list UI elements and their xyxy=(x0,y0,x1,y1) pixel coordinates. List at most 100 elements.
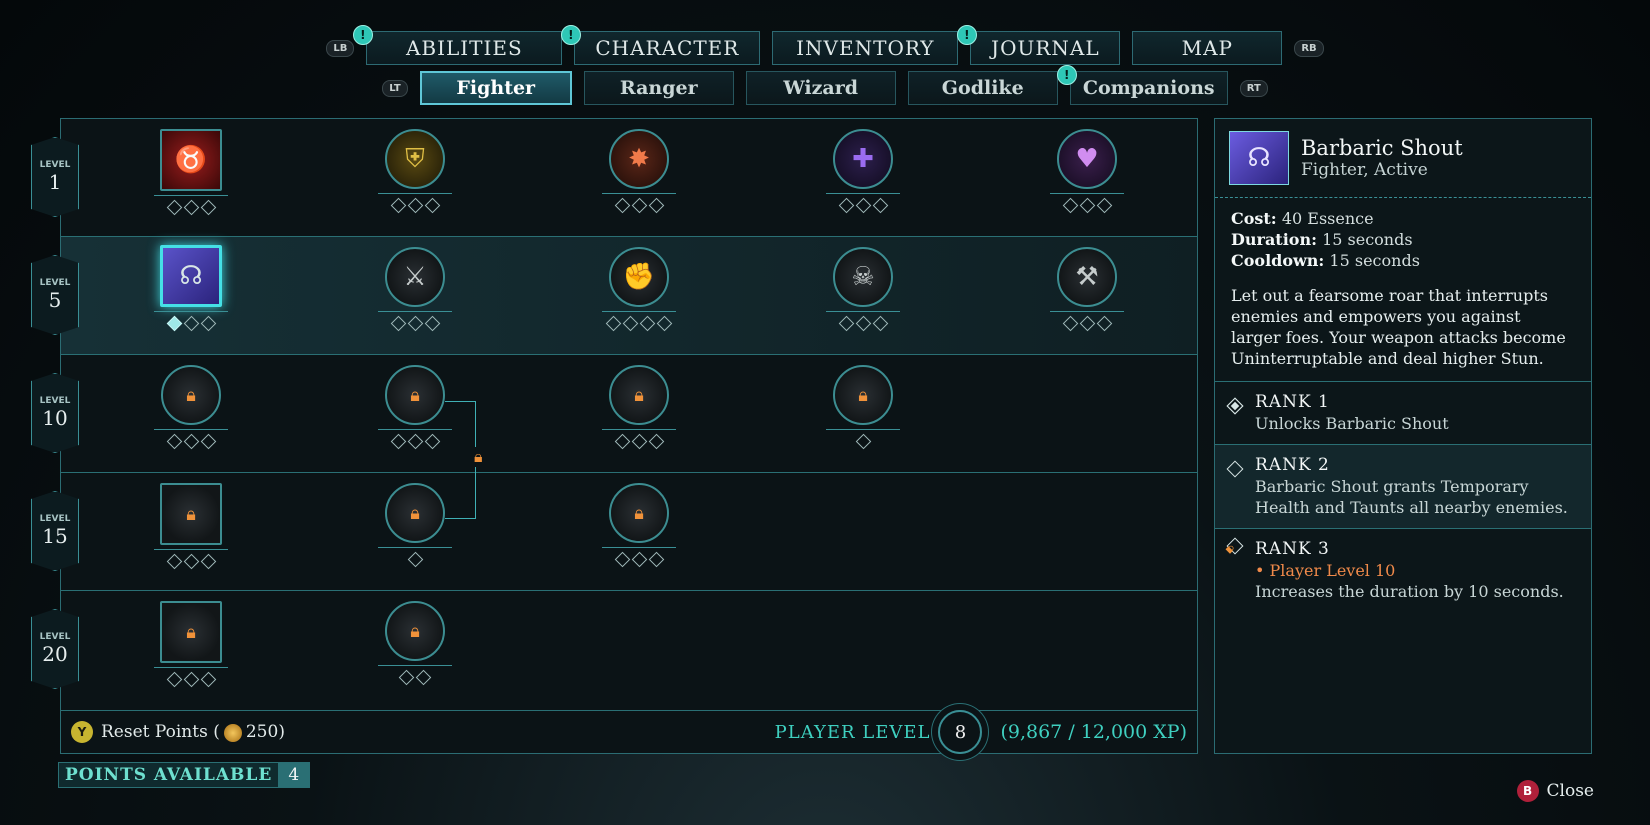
level-marker: LEVEL 15 xyxy=(31,491,79,571)
rank-pips xyxy=(1062,197,1112,214)
rank-pips xyxy=(838,197,888,214)
lock-icon: 🔒︎ xyxy=(833,365,893,425)
skill-node[interactable]: ⚔ xyxy=(377,247,453,347)
skill-node-locked[interactable]: 🔒︎ xyxy=(825,365,901,465)
coin-icon xyxy=(223,723,242,742)
tree-footer: Y Reset Points (250) PLAYER LEVEL 8 (9,8… xyxy=(61,710,1197,754)
level-marker: LEVEL 20 xyxy=(31,609,79,689)
rank-diamond-icon xyxy=(1226,397,1244,415)
tab-map[interactable]: MAP xyxy=(1132,31,1283,65)
rank-pips xyxy=(166,315,216,332)
skill-node[interactable]: ☠ xyxy=(825,247,901,347)
claw-icon: ⚔ xyxy=(385,247,445,307)
rank-1: RANK 1 Unlocks Barbaric Shout xyxy=(1215,382,1591,445)
tab-character[interactable]: ! CHARACTER xyxy=(561,25,761,65)
lock-icon: 🔒︎ xyxy=(385,365,445,425)
rank-pips xyxy=(855,433,871,450)
y-button-icon[interactable]: Y xyxy=(71,721,93,743)
level-marker: LEVEL 10 xyxy=(31,373,79,453)
heart-icon: ♥ xyxy=(1057,129,1117,189)
rank-pips xyxy=(614,197,664,214)
fist-icon: ✊ xyxy=(609,247,669,307)
detail-stats: Cost: 40 Essence Duration: 15 seconds Co… xyxy=(1231,209,1420,270)
skill-node[interactable]: ⛨ xyxy=(377,129,453,229)
crosses-icon: ✚ xyxy=(833,129,893,189)
rank-pips xyxy=(398,669,432,686)
tab-inventory[interactable]: INVENTORY xyxy=(772,31,959,65)
tab-companions[interactable]: ! Companions xyxy=(1056,65,1228,105)
rank-pips xyxy=(166,199,216,216)
class-tab-bar: LT Fighter Ranger Wizard Godlike ! Compan… xyxy=(0,65,1650,106)
detail-subtitle: Fighter, Active xyxy=(1301,160,1428,180)
tree-row-level-5: LEVEL 5 ☊ ⚔ ✊ ☠ ⚒ xyxy=(31,237,1197,355)
tab-ranger[interactable]: Ranger xyxy=(583,71,734,105)
skill-node-locked[interactable]: 🔒︎ xyxy=(601,483,677,583)
lock-icon: 🔒︎ xyxy=(1222,537,1244,557)
tab-journal[interactable]: ! JOURNAL xyxy=(957,25,1121,65)
barbaric-shout-icon: ☊ xyxy=(1229,131,1289,185)
rank-2[interactable]: RANK 2 Barbaric Shout grants Temporary He… xyxy=(1215,445,1591,529)
tab-wizard[interactable]: Wizard xyxy=(745,71,896,105)
tab-abilities[interactable]: ! ABILITIES xyxy=(353,25,563,65)
rank-pips xyxy=(166,553,216,570)
barbaric-shout-icon: ☊ xyxy=(160,245,222,307)
detail-header: ☊ Barbaric Shout Fighter, Active xyxy=(1215,119,1591,198)
rank-diamond-icon xyxy=(1226,460,1244,478)
lock-icon: 🔒︎ xyxy=(385,483,445,543)
rank-pips xyxy=(838,315,888,332)
skill-node[interactable]: ⚒ xyxy=(1049,247,1125,347)
skill-node-locked[interactable]: 🔒︎ xyxy=(377,483,453,583)
close-button[interactable]: B Close xyxy=(1516,780,1594,802)
rank-pips xyxy=(390,197,440,214)
tree-row-level-15: LEVEL 15 🔒︎ 🔒︎ 🔒︎ xyxy=(31,473,1197,591)
alert-icon: ! xyxy=(353,25,374,45)
detail-description: Let out a fearsome roar that interrupts … xyxy=(1215,271,1591,382)
skill-connector xyxy=(445,401,476,519)
rank-pips xyxy=(390,315,440,332)
skill-tree-panel: LEVEL 1 ♉ ⛨ ✸ ✚ ♥ LEVEL 5 ☊ ⚔ ✊ ☠ ⚒ LEVE… xyxy=(31,118,1198,754)
bull-skull-icon: ♉ xyxy=(160,129,222,191)
skill-node-locked[interactable]: 🔒︎ xyxy=(377,365,453,465)
axe-icon: ⚒ xyxy=(1057,247,1117,307)
skill-node[interactable]: ✊ xyxy=(601,247,677,347)
xp-readout: (9,867 / 12,000 XP) xyxy=(1000,721,1187,743)
skill-node[interactable]: ✸ xyxy=(601,129,677,229)
tab-fighter[interactable]: Fighter xyxy=(419,71,572,105)
rank-pips xyxy=(407,551,423,568)
skull-icon: ☠ xyxy=(833,247,893,307)
rank-pips xyxy=(614,433,664,450)
lock-icon: 🔒︎ xyxy=(609,483,669,543)
ability-detail-panel: ☊ Barbaric Shout Fighter, Active Cost: 4… xyxy=(1214,118,1592,754)
shield-icon: ⛨ xyxy=(385,129,445,189)
level-marker: LEVEL 1 xyxy=(31,137,79,217)
tree-row-level-10: LEVEL 10 🔒︎ 🔒︎ 🔒︎ 🔒︎ xyxy=(31,355,1197,473)
lock-icon: 🔒︎ xyxy=(609,365,669,425)
skill-node-locked[interactable]: 🔒︎ xyxy=(377,601,453,701)
level-marker: LEVEL 5 xyxy=(31,255,79,335)
skill-node-barbaric-shout[interactable]: ☊ xyxy=(153,245,229,345)
rank-pips xyxy=(166,433,216,450)
skill-node[interactable]: ✚ xyxy=(825,129,901,229)
skill-node-locked[interactable]: 🔒︎ xyxy=(601,365,677,465)
rank-pips xyxy=(166,671,216,688)
skill-node-locked[interactable]: 🔒︎ xyxy=(153,365,229,465)
connector-lock-icon: 🔒︎ xyxy=(474,447,483,467)
rank-3: 🔒︎ RANK 3 • Player Level 10 Increases the … xyxy=(1222,537,1564,601)
skill-node[interactable]: ♥ xyxy=(1049,129,1125,229)
player-level: PLAYER LEVEL 8 (9,867 / 12,000 XP) xyxy=(775,710,1187,754)
skill-node[interactable]: ♉ xyxy=(153,129,229,229)
tab-godlike[interactable]: Godlike xyxy=(907,71,1058,105)
shield-bash-icon: ✸ xyxy=(609,129,669,189)
reset-points[interactable]: Reset Points (250) xyxy=(101,722,285,742)
skill-node-locked[interactable]: 🔒︎ xyxy=(153,601,229,701)
lock-icon: 🔒︎ xyxy=(385,601,445,661)
main-tab-bar: LB ! ABILITIES ! CHARACTER INVENTORY ! JOUR… xyxy=(0,25,1650,66)
lock-icon: 🔒︎ xyxy=(160,601,222,663)
player-level-badge: 8 xyxy=(938,710,983,754)
rank-pips xyxy=(390,433,440,450)
skill-node-locked[interactable]: 🔒︎ xyxy=(153,483,229,583)
alert-icon: ! xyxy=(561,25,582,45)
rb-button-hint: RB xyxy=(1294,39,1324,57)
b-button-icon: B xyxy=(1516,780,1539,802)
rank-pips xyxy=(1062,315,1112,332)
